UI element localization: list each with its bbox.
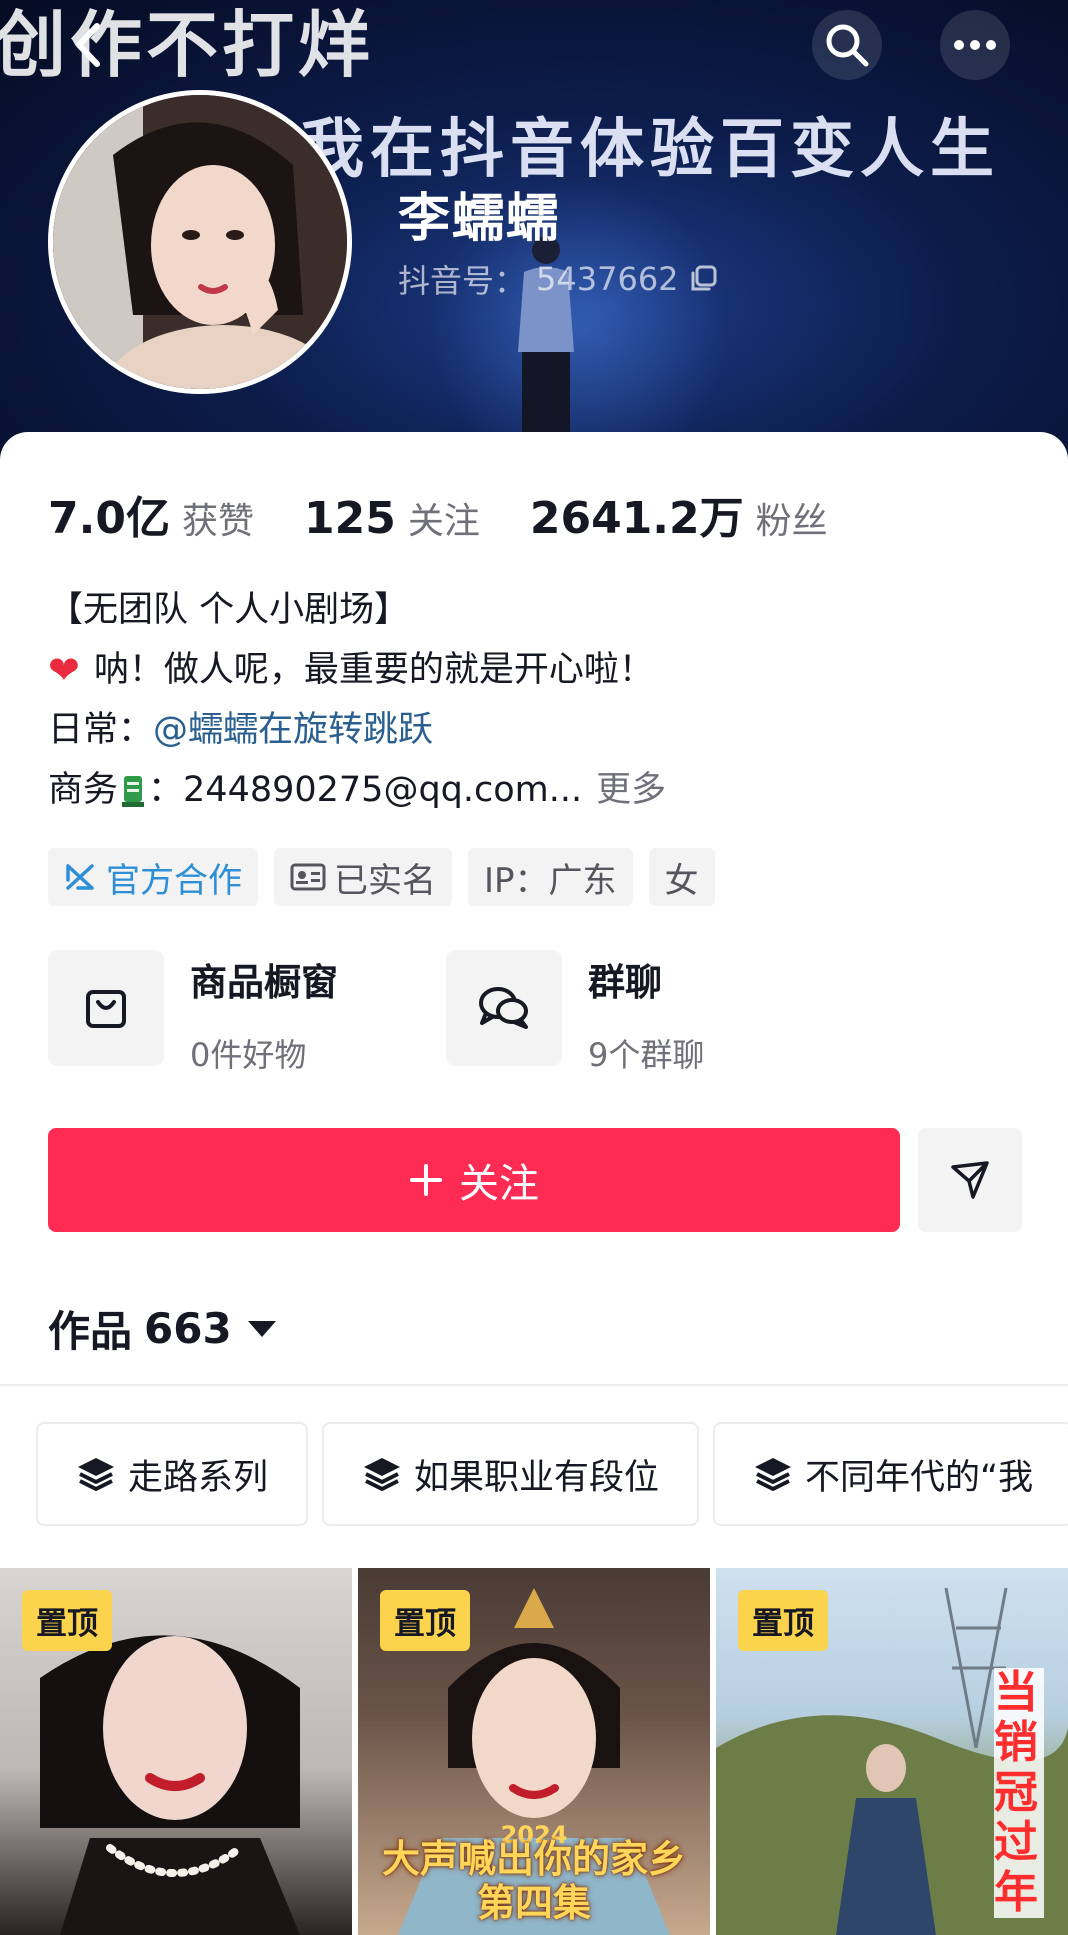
share-button[interactable]	[918, 1128, 1022, 1232]
follow-label: 关注	[459, 1161, 539, 1207]
collections-row: 走路系列 如果职业有段位 不同年代的“我	[36, 1422, 1068, 1528]
shop-icon-box	[48, 950, 164, 1066]
tag-verified[interactable]: 已实名	[274, 848, 452, 906]
layers-icon	[364, 1458, 401, 1491]
bio-business-line: 商务 ： 244890275@qq.com... 更多	[48, 760, 666, 820]
bio-daily-label: 日常：	[48, 710, 154, 750]
profile-banner: 创作不打烊 我在抖音体验百变人生 李蠕蠕 抖音号： 5437662	[0, 0, 1068, 470]
tag-ip-location: IP：广东	[468, 848, 633, 906]
collection-chip[interactable]: 如果职业有段位	[322, 1422, 700, 1526]
video-thumbnail[interactable]: 置顶 当销冠过年	[716, 1568, 1068, 1935]
profile-tags: 官方合作 已实名 IP：广东 女	[48, 848, 715, 906]
send-icon	[951, 1161, 989, 1199]
copy-icon[interactable]	[689, 265, 717, 293]
followers-label: 粉丝	[755, 501, 828, 542]
layers-icon	[78, 1458, 114, 1491]
tag-verified-label: 已实名	[334, 860, 436, 901]
collection-chip[interactable]: 走路系列	[36, 1422, 309, 1526]
video-thumbnail[interactable]: 置顶 2024 大声喊出你的家乡 第四集	[358, 1568, 710, 1935]
group-chat-title: 群聊	[588, 961, 662, 1004]
heart-icon: ❤	[48, 648, 80, 692]
mailbox-icon	[122, 776, 145, 807]
likes-count[interactable]: 7.0亿	[48, 482, 170, 546]
layers-icon	[755, 1458, 792, 1491]
group-chat-icon-box	[446, 950, 562, 1066]
pinned-badge: 置顶	[380, 1590, 470, 1651]
caret-down-icon	[247, 1320, 276, 1337]
id-card-icon	[290, 863, 326, 891]
collection-label: 不同年代的“我	[805, 1457, 1034, 1498]
collection-label: 如果职业有段位	[414, 1457, 660, 1498]
following-count[interactable]: 125	[304, 493, 396, 544]
plus-icon	[410, 1164, 442, 1196]
works-tab[interactable]: 作品 663	[48, 1298, 276, 1359]
likes-label: 获赞	[181, 501, 254, 542]
back-button[interactable]	[54, 10, 124, 80]
section-divider	[0, 1384, 1068, 1386]
collection-chip[interactable]: 不同年代的“我	[713, 1422, 1068, 1526]
following-label: 关注	[407, 501, 480, 542]
shopping-bag-icon	[86, 990, 126, 1028]
more-dots-icon	[954, 40, 996, 50]
video-grid: 置顶 置顶 2024 大声喊出你的家乡 第四集 置顶 当销冠过年	[0, 1568, 1068, 1935]
tag-ip-label: IP：广东	[484, 860, 617, 901]
bio-line-2-text: 呐！做人呢，最重要的就是开心啦！	[93, 650, 654, 690]
group-chat-subtitle: 9个群聊	[588, 1036, 705, 1074]
follow-button[interactable]: 关注	[48, 1128, 900, 1232]
profile-bio: 【无团队 个人小剧场】 ❤ 呐！做人呢，最重要的就是开心啦！ 日常： @蠕蠕在旋…	[48, 580, 666, 820]
avatar-photo	[53, 95, 347, 389]
shop-subtitle: 0件好物	[190, 1036, 307, 1074]
profile-name: 李蠕蠕	[398, 189, 561, 249]
business-email: 244890275@qq.com...	[183, 770, 583, 810]
more-options-button[interactable]	[940, 10, 1010, 80]
bio-business-sep: ：	[148, 770, 184, 810]
douyin-id-value: 5437662	[536, 260, 679, 298]
video-vertical-title: 当销冠过年	[994, 1668, 1044, 1918]
chevron-left-icon	[76, 23, 100, 67]
bio-daily-line: 日常： @蠕蠕在旋转跳跃	[48, 700, 666, 760]
chat-bubbles-icon	[479, 987, 528, 1029]
douyin-id-label: 抖音号：	[398, 262, 527, 300]
search-icon	[826, 24, 869, 67]
bio-line-1: 【无团队 个人小剧场】	[48, 590, 410, 630]
tag-official-coop[interactable]: 官方合作	[48, 848, 258, 906]
followers-count[interactable]: 2641.2万	[530, 482, 744, 546]
tag-gender-label: 女	[664, 860, 699, 901]
bio-business-label: 商务	[48, 770, 119, 810]
official-coop-icon	[66, 864, 94, 890]
douyin-id[interactable]: 抖音号： 5437662	[398, 256, 717, 302]
profile-card: 7.0亿 获赞 125 关注 2641.2万 粉丝 【无团队 个人小剧场】 ❤ …	[0, 432, 1068, 1935]
bio-more-link[interactable]: 更多	[596, 760, 666, 820]
tag-official-label: 官方合作	[106, 860, 242, 901]
shop-title: 商品橱窗	[190, 961, 338, 1004]
profile-stats: 7.0亿 获赞 125 关注 2641.2万 粉丝	[48, 482, 878, 546]
works-count: 663	[144, 1304, 232, 1353]
tag-gender: 女	[648, 848, 715, 906]
group-chat-entry[interactable]: 群聊 9个群聊	[446, 950, 704, 1076]
works-label: 作品	[48, 1307, 133, 1356]
search-button[interactable]	[812, 10, 882, 80]
pinned-badge: 置顶	[22, 1590, 112, 1651]
bio-line-2: ❤ 呐！做人呢，最重要的就是开心啦！	[48, 640, 666, 700]
shop-window-entry[interactable]: 商品橱窗 0件好物	[48, 950, 338, 1076]
daily-account-link[interactable]: @蠕蠕在旋转跳跃	[153, 700, 433, 760]
avatar[interactable]	[48, 90, 352, 394]
video-caption-episode: 第四集	[476, 1881, 591, 1925]
collection-label: 走路系列	[128, 1457, 269, 1498]
video-thumbnail[interactable]: 置顶	[0, 1568, 352, 1935]
pinned-badge: 置顶	[738, 1590, 828, 1651]
